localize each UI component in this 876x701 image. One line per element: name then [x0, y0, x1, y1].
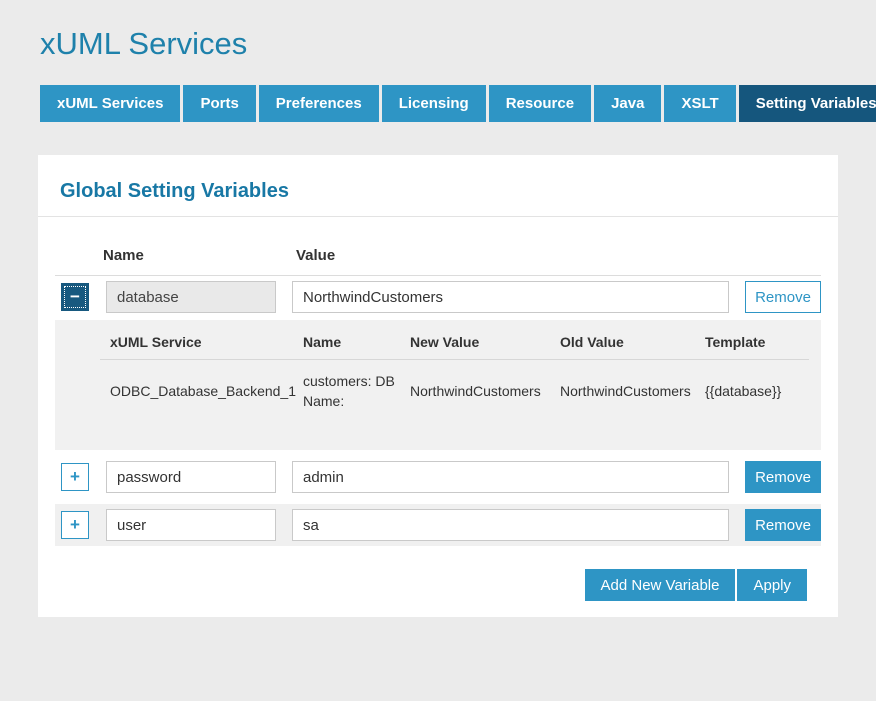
variable-row-user: + Remove — [55, 504, 821, 546]
variable-value-input[interactable] — [292, 461, 729, 493]
column-header-name: Name — [103, 247, 144, 264]
column-header-value: Value — [296, 247, 335, 264]
tab-xuml-services[interactable]: xUML Services — [40, 85, 180, 122]
expand-row-button[interactable]: + — [61, 463, 89, 491]
detail-column-old-value: Old Value — [560, 334, 705, 359]
variable-detail-panel: xUML Service Name New Value Old Value Te… — [55, 320, 821, 450]
variable-name-input[interactable] — [106, 281, 276, 313]
remove-variable-button[interactable]: Remove — [745, 281, 821, 313]
variables-table-header: Name Value — [55, 217, 821, 276]
panel-heading: Global Setting Variables — [38, 155, 838, 217]
remove-variable-button[interactable]: Remove — [745, 509, 821, 541]
detail-column-xuml-service: xUML Service — [110, 334, 303, 359]
tab-preferences[interactable]: Preferences — [259, 85, 379, 122]
variable-row-database: − Remove — [55, 276, 821, 318]
detail-cell-name: customers: DB Name: — [303, 371, 410, 412]
tab-bar: xUML Services Ports Preferences Licensin… — [40, 85, 876, 122]
variable-name-input[interactable] — [106, 461, 276, 493]
tab-ports[interactable]: Ports — [183, 85, 255, 122]
detail-column-new-value: New Value — [410, 334, 560, 359]
tab-xslt[interactable]: XSLT — [664, 85, 735, 122]
tab-licensing[interactable]: Licensing — [382, 85, 486, 122]
tab-java[interactable]: Java — [594, 85, 661, 122]
expand-row-button[interactable]: + — [61, 511, 89, 539]
detail-cell-new-value: NorthwindCustomers — [410, 381, 560, 401]
variable-value-input[interactable] — [292, 281, 729, 313]
variable-row-password: + Remove — [55, 456, 821, 498]
page-title: xUML Services — [40, 26, 876, 62]
tab-setting-variables[interactable]: Setting Variables — [739, 85, 876, 122]
remove-variable-button[interactable]: Remove — [745, 461, 821, 493]
variable-value-input[interactable] — [292, 509, 729, 541]
add-new-variable-button[interactable]: Add New Variable — [585, 569, 736, 601]
collapse-row-button[interactable]: − — [61, 283, 89, 311]
panel-actions: Add New Variable Apply — [55, 569, 807, 617]
detail-cell-service: ODBC_Database_Backend_1 — [110, 381, 303, 401]
detail-cell-old-value: NorthwindCustomers — [560, 381, 705, 401]
tab-resource[interactable]: Resource — [489, 85, 591, 122]
detail-cell-template: {{database}} — [705, 381, 809, 401]
detail-column-template: Template — [705, 334, 809, 359]
settings-panel: Global Setting Variables Name Value − Re… — [38, 155, 838, 617]
plus-icon: + — [70, 515, 80, 534]
minus-icon: − — [70, 287, 80, 306]
plus-icon: + — [70, 467, 80, 486]
variable-name-input[interactable] — [106, 509, 276, 541]
apply-button[interactable]: Apply — [737, 569, 807, 601]
detail-column-name: Name — [303, 334, 410, 359]
detail-table-header: xUML Service Name New Value Old Value Te… — [55, 334, 821, 359]
detail-table-row: ODBC_Database_Backend_1 customers: DB Na… — [55, 360, 821, 412]
